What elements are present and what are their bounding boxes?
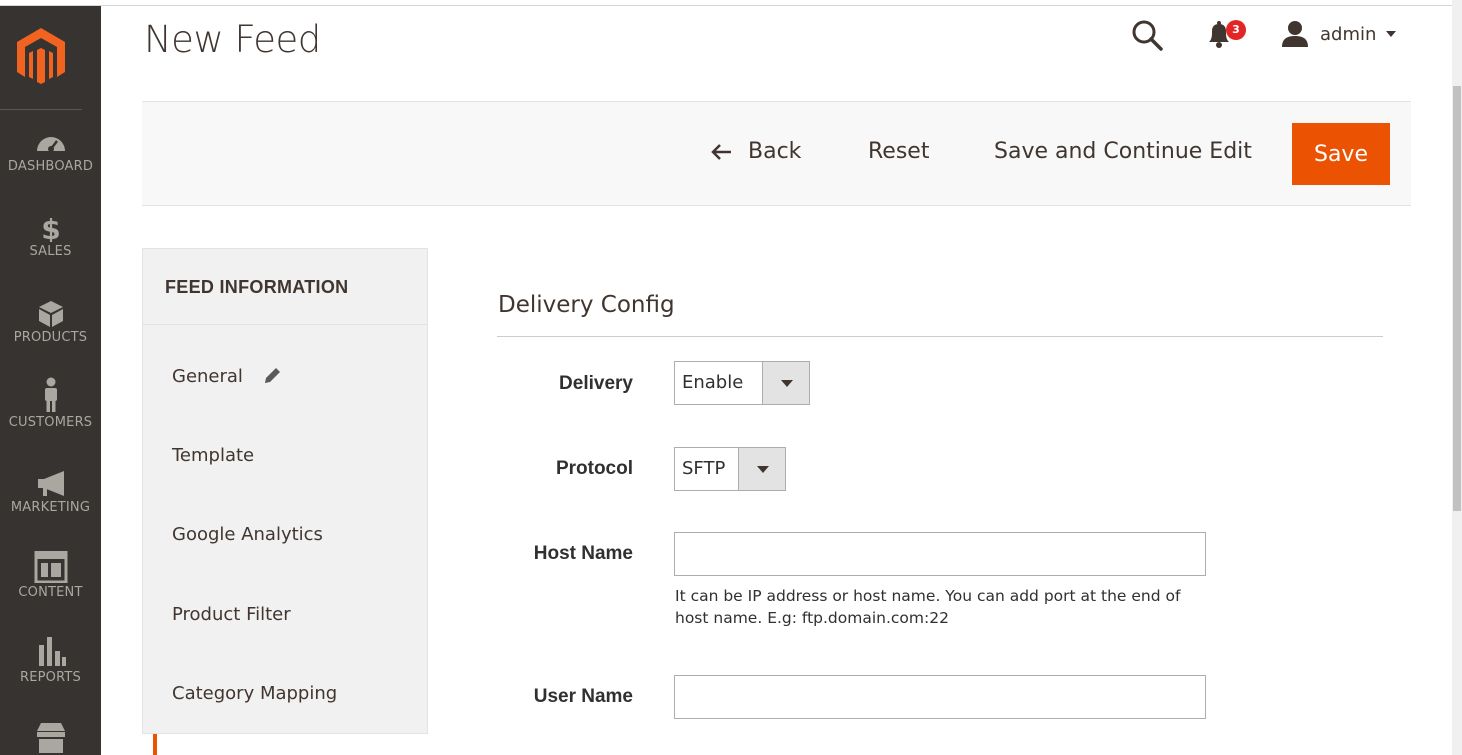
tab-product-filter[interactable]: Product Filter bbox=[172, 604, 291, 625]
active-tab-marker bbox=[153, 734, 157, 755]
sidebar-item-customers[interactable]: CUSTOMERS bbox=[0, 377, 101, 430]
megaphone-icon bbox=[31, 470, 71, 498]
dashboard-icon bbox=[31, 129, 71, 157]
notifications-button[interactable]: 3 bbox=[1204, 18, 1246, 52]
user-avatar-icon bbox=[1282, 21, 1308, 47]
protocol-select[interactable]: SFTP bbox=[674, 447, 786, 491]
section-title: Delivery Config bbox=[498, 292, 675, 318]
sidebar-item-products[interactable]: PRODUCTS bbox=[0, 300, 101, 345]
cube-icon bbox=[31, 300, 71, 328]
tabs-heading: FEED INFORMATION bbox=[143, 249, 427, 325]
admin-sidebar: DASHBOARD $ SALES PRODUCTS CUSTOMERS MAR… bbox=[0, 6, 101, 755]
back-button[interactable]: Back bbox=[710, 139, 801, 164]
protocol-select-value: SFTP bbox=[682, 458, 726, 479]
dollar-icon: $ bbox=[31, 213, 71, 246]
tab-template[interactable]: Template bbox=[172, 445, 254, 466]
host-name-input[interactable] bbox=[674, 532, 1206, 576]
protocol-label: Protocol bbox=[555, 458, 633, 479]
logo-divider bbox=[0, 109, 82, 110]
sidebar-item-dashboard[interactable]: DASHBOARD bbox=[0, 129, 101, 174]
section-divider bbox=[497, 336, 1383, 337]
tab-google-analytics[interactable]: Google Analytics bbox=[172, 524, 323, 545]
search-button[interactable] bbox=[1130, 18, 1164, 52]
feed-information-tabs: FEED INFORMATION General Template Google… bbox=[142, 248, 428, 734]
save-and-continue-button[interactable]: Save and Continue Edit bbox=[994, 139, 1252, 164]
chevron-down-icon bbox=[738, 448, 785, 490]
sidebar-item-label: REPORTS bbox=[20, 670, 81, 685]
bar-chart-icon bbox=[31, 636, 71, 668]
magento-logo-icon[interactable] bbox=[13, 26, 69, 88]
sidebar-item-reports[interactable]: REPORTS bbox=[0, 636, 101, 685]
svg-text:$: $ bbox=[41, 214, 60, 242]
sidebar-item-stores[interactable] bbox=[0, 721, 101, 753]
tab-label: Google Analytics bbox=[172, 524, 323, 545]
sidebar-item-label: SALES bbox=[29, 244, 72, 259]
delivery-label: Delivery bbox=[559, 373, 633, 394]
delivery-select[interactable]: Enable bbox=[674, 361, 810, 405]
user-account-menu[interactable]: admin bbox=[1280, 18, 1397, 50]
save-button[interactable]: Save bbox=[1292, 123, 1390, 185]
chevron-down-icon bbox=[1386, 31, 1397, 37]
arrow-left-icon bbox=[711, 143, 731, 160]
notification-count-badge: 3 bbox=[1226, 20, 1246, 40]
delivery-select-value: Enable bbox=[682, 372, 744, 393]
sidebar-item-sales[interactable]: $ SALES bbox=[0, 213, 101, 259]
tab-label: Product Filter bbox=[172, 604, 291, 625]
sidebar-item-label: CONTENT bbox=[18, 585, 83, 600]
sidebar-item-marketing[interactable]: MARKETING bbox=[0, 470, 101, 515]
layout-icon bbox=[31, 550, 71, 584]
back-button-label: Back bbox=[748, 139, 802, 164]
tab-label: General bbox=[172, 365, 243, 387]
sidebar-item-content[interactable]: CONTENT bbox=[0, 550, 101, 600]
sidebar-item-label: MARKETING bbox=[10, 500, 91, 515]
host-name-note: It can be IP address or host name. You c… bbox=[675, 587, 1181, 627]
tab-label: Template bbox=[172, 445, 255, 466]
sidebar-item-label: CUSTOMERS bbox=[8, 415, 93, 430]
pencil-icon bbox=[264, 368, 280, 383]
top-border bbox=[0, 0, 1452, 6]
user-name: admin bbox=[1320, 23, 1377, 45]
search-icon bbox=[1132, 20, 1163, 51]
host-name-label: Host Name bbox=[533, 543, 633, 564]
page-title: New Feed bbox=[144, 18, 321, 61]
sidebar-item-label: PRODUCTS bbox=[13, 330, 88, 345]
chevron-down-icon bbox=[762, 362, 809, 404]
sidebar-item-label: DASHBOARD bbox=[7, 159, 94, 174]
page-actions-toolbar: Back Reset Save and Continue Edit Save bbox=[142, 101, 1411, 206]
tab-general[interactable]: General bbox=[172, 365, 283, 387]
scrollbar-thumb[interactable] bbox=[1453, 86, 1461, 511]
person-icon bbox=[31, 377, 71, 413]
store-icon bbox=[31, 721, 71, 753]
user-name-label: User Name bbox=[533, 686, 633, 707]
user-name-input[interactable] bbox=[674, 675, 1206, 719]
tab-label: Category Mapping bbox=[172, 683, 338, 704]
reset-button[interactable]: Reset bbox=[868, 139, 929, 164]
tab-category-mapping[interactable]: Category Mapping bbox=[172, 683, 337, 704]
